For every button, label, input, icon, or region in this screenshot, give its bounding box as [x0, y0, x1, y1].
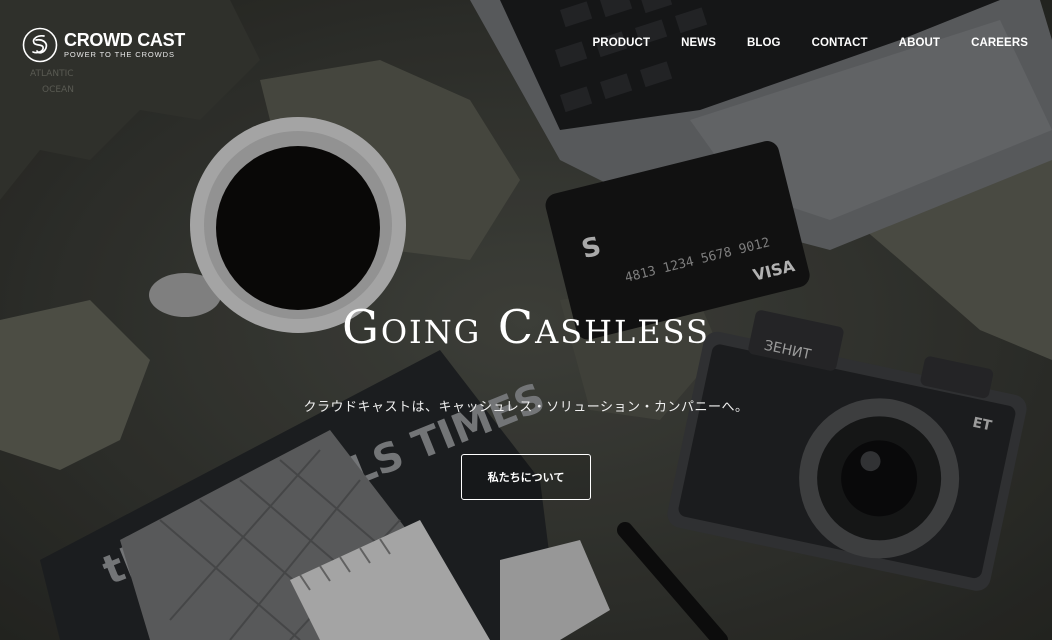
nav-about[interactable]: ABOUT: [899, 37, 940, 49]
nav-blog[interactable]: BLOG: [747, 37, 781, 49]
hero-title: Going Cashless: [342, 300, 710, 354]
nav-careers[interactable]: CAREERS: [971, 37, 1028, 49]
about-us-button[interactable]: 私たちについて: [461, 454, 591, 500]
hero-subtitle: クラウドキャストは、キャッシュレス・ソリューション・カンパニーへ。: [303, 400, 749, 415]
nav-product[interactable]: PRODUCT: [593, 37, 651, 49]
brand-logo[interactable]: CROWD CAST POWER TO THE CROWDS: [22, 27, 185, 63]
nav-contact[interactable]: CONTACT: [812, 37, 868, 49]
brand-tagline: POWER TO THE CROWDS: [64, 50, 175, 59]
main-nav: PRODUCT NEWS BLOG CONTACT ABOUT CAREERS: [593, 37, 1028, 49]
crowdcast-logo-icon: [22, 27, 58, 63]
nav-news[interactable]: NEWS: [681, 37, 716, 49]
brand-name: CROWD CAST: [64, 30, 185, 50]
